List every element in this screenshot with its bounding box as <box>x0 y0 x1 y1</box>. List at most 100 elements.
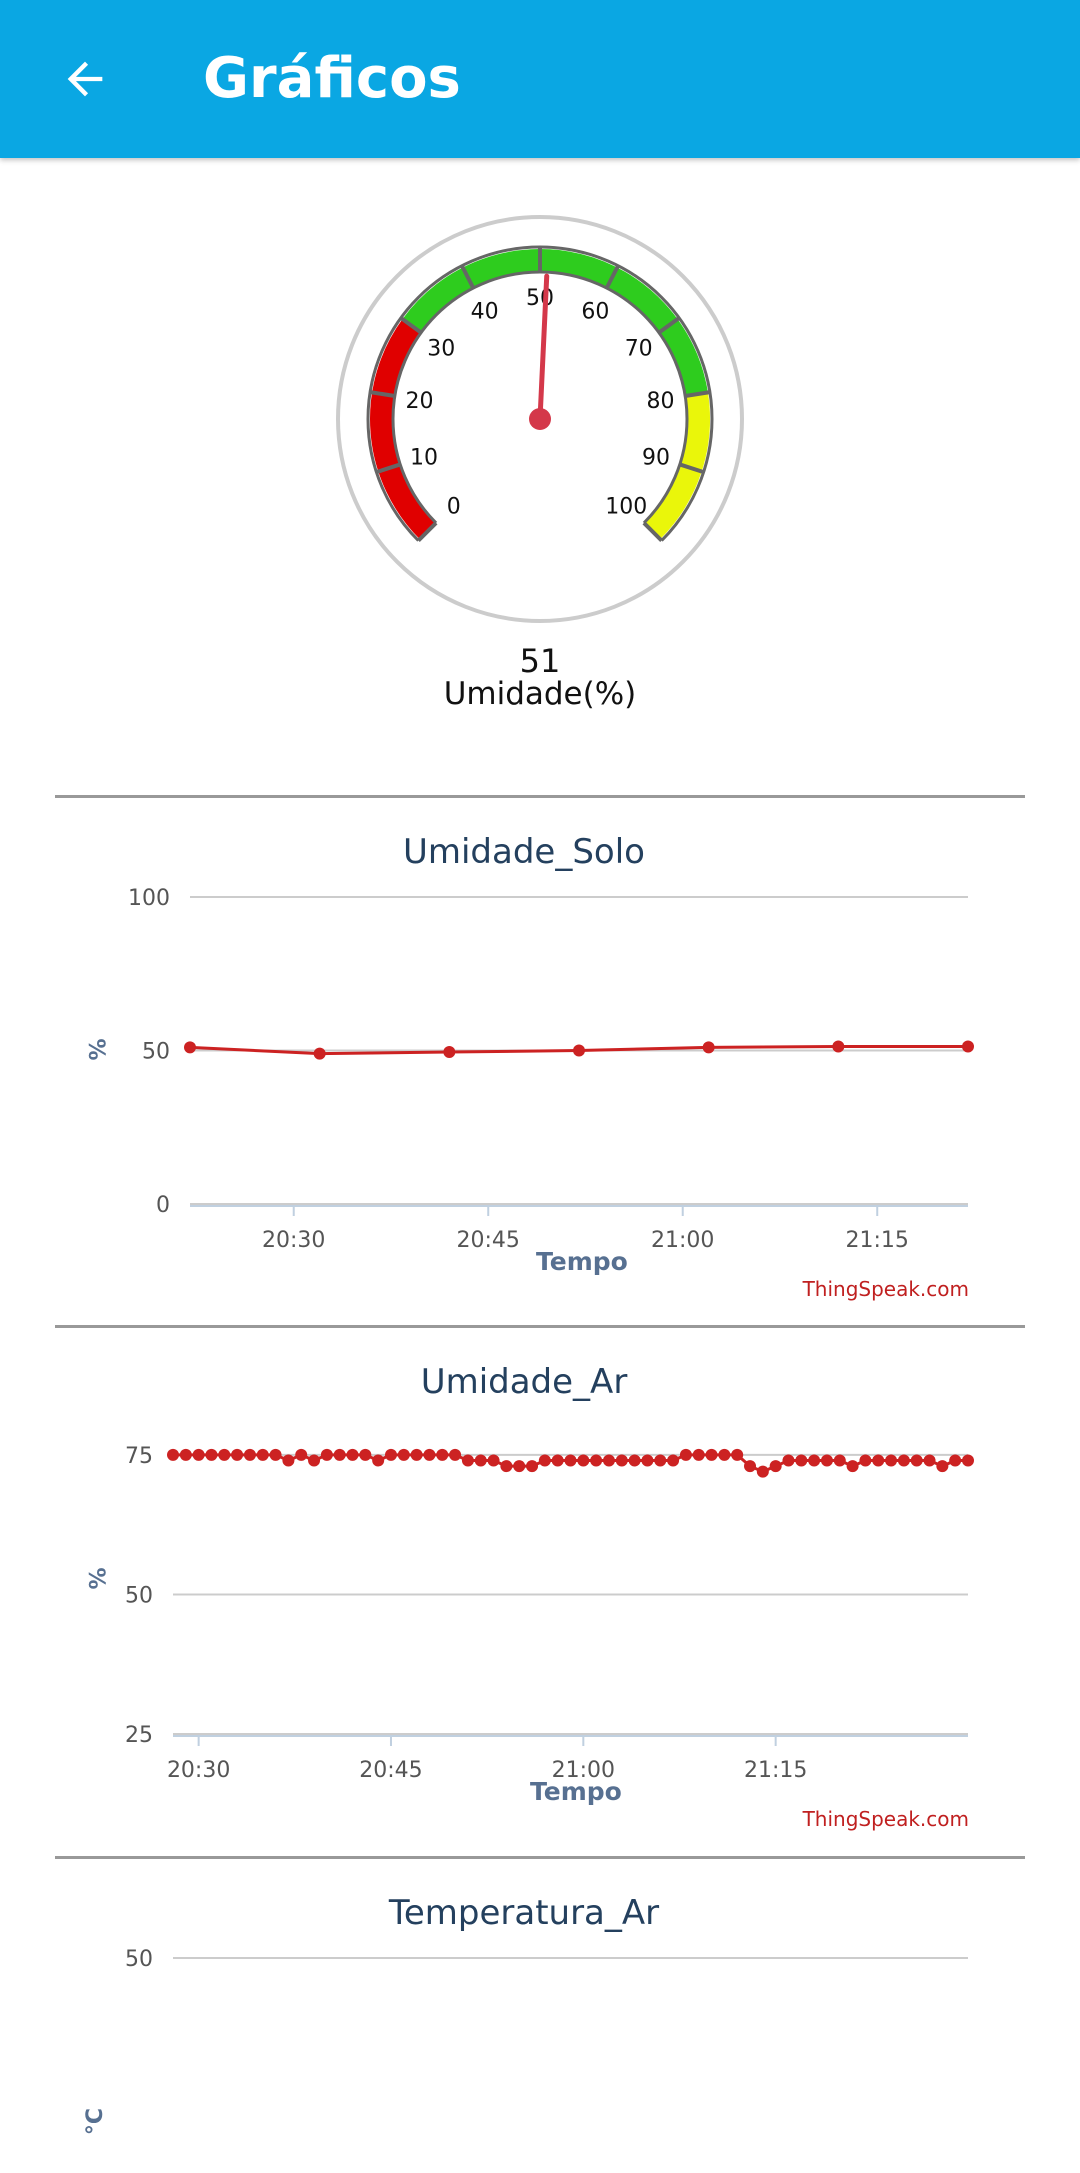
data-point[interactable] <box>731 1448 744 1461</box>
data-point[interactable] <box>859 1454 872 1467</box>
data-point[interactable] <box>923 1454 936 1467</box>
gauge-tick-label: 80 <box>646 389 674 414</box>
chart-umidade-solo: Umidade_Solo 0 50 100 20:30 20:45 21:00 21:15 … <box>0 800 1080 1325</box>
data-point[interactable] <box>832 1040 845 1053</box>
gauge-tick-label: 100 <box>605 494 647 519</box>
data-point[interactable] <box>443 1046 456 1059</box>
thingspeak-credit-link[interactable]: ThingSpeak.com <box>803 1807 969 1831</box>
chart-plot: 0 50 100 20:30 20:45 21:00 21:15 <box>128 886 974 1253</box>
gauge-tick-label: 40 <box>471 299 499 324</box>
data-point[interactable] <box>897 1454 910 1467</box>
gauge-needle-hub <box>529 408 551 430</box>
data-point[interactable] <box>573 1044 585 1057</box>
data-point[interactable] <box>744 1460 757 1473</box>
data-point[interactable] <box>461 1454 474 1467</box>
data-point[interactable] <box>718 1448 731 1461</box>
data-point[interactable] <box>962 1454 974 1467</box>
data-point[interactable] <box>936 1460 949 1473</box>
thingspeak-credit-link[interactable]: ThingSpeak.com <box>803 1277 969 1301</box>
data-point[interactable] <box>833 1454 846 1467</box>
data-point[interactable] <box>359 1448 372 1461</box>
data-point[interactable] <box>577 1454 590 1467</box>
data-point[interactable] <box>487 1454 500 1467</box>
data-point[interactable] <box>885 1454 898 1467</box>
data-point[interactable] <box>949 1454 962 1467</box>
data-point[interactable] <box>243 1448 256 1461</box>
data-point[interactable] <box>397 1448 410 1461</box>
y-tick-label: 25 <box>125 1723 153 1748</box>
data-point[interactable] <box>702 1041 715 1054</box>
data-point[interactable] <box>231 1448 244 1461</box>
data-point[interactable] <box>820 1454 833 1467</box>
gauge-tick-label: 20 <box>406 389 434 414</box>
data-point[interactable] <box>538 1454 551 1467</box>
data-point[interactable] <box>320 1448 333 1461</box>
gauge-tick-label: 30 <box>427 336 455 361</box>
data-point[interactable] <box>692 1448 705 1461</box>
data-point[interactable] <box>295 1448 308 1461</box>
data-point[interactable] <box>500 1460 513 1473</box>
data-point[interactable] <box>654 1454 667 1467</box>
data-point[interactable] <box>269 1448 282 1461</box>
gauge-tick-label: 10 <box>410 446 438 471</box>
data-point[interactable] <box>641 1454 654 1467</box>
data-point[interactable] <box>384 1448 397 1461</box>
data-point[interactable] <box>705 1448 718 1461</box>
data-point[interactable] <box>846 1460 859 1473</box>
data-point[interactable] <box>346 1448 359 1461</box>
data-point[interactable] <box>769 1460 782 1473</box>
data-point[interactable] <box>256 1448 269 1461</box>
data-point[interactable] <box>590 1454 603 1467</box>
data-point[interactable] <box>628 1454 641 1467</box>
data-point[interactable] <box>615 1454 628 1467</box>
data-point[interactable] <box>782 1454 795 1467</box>
data-point[interactable] <box>218 1448 231 1461</box>
data-point[interactable] <box>551 1454 564 1467</box>
data-point[interactable] <box>313 1047 326 1060</box>
x-tick-label: 21:15 <box>846 1228 909 1253</box>
data-point[interactable] <box>333 1448 346 1461</box>
data-point[interactable] <box>474 1454 487 1467</box>
gauge-tick-label: 0 <box>447 494 461 519</box>
data-point[interactable] <box>756 1465 769 1478</box>
data-point[interactable] <box>449 1448 462 1461</box>
x-axis-label: Tempo <box>530 1777 622 1806</box>
data-point[interactable] <box>872 1454 885 1467</box>
data-point[interactable] <box>910 1454 923 1467</box>
y-tick-label: 100 <box>128 886 170 911</box>
y-tick-label: 0 <box>156 1193 170 1218</box>
humidity-gauge: 0 10 20 30 40 50 60 70 80 90 100 51 Umidade(%) <box>0 158 1080 778</box>
data-point[interactable] <box>808 1454 821 1467</box>
gauge-dial: 0 10 20 30 40 50 60 70 80 90 100 <box>336 215 744 623</box>
data-point[interactable] <box>436 1448 449 1461</box>
data-point[interactable] <box>410 1448 423 1461</box>
back-button[interactable] <box>40 34 130 124</box>
data-point[interactable] <box>602 1454 615 1467</box>
data-point[interactable] <box>184 1041 196 1054</box>
data-point[interactable] <box>526 1460 539 1473</box>
data-point[interactable] <box>667 1454 680 1467</box>
data-point[interactable] <box>962 1040 974 1053</box>
data-point[interactable] <box>513 1460 526 1473</box>
chart-plot: 25507520:30 20:45 21:00 21:15 <box>125 1444 974 1783</box>
data-point[interactable] <box>423 1448 436 1461</box>
y-axis-label: % <box>86 1038 112 1061</box>
y-tick-label: 50 <box>142 1040 170 1065</box>
data-point[interactable] <box>167 1448 179 1461</box>
y-tick-label: 50 <box>125 1947 153 1972</box>
data-point[interactable] <box>795 1454 808 1467</box>
divider <box>55 795 1025 798</box>
gauge-value: 51 <box>519 642 561 680</box>
data-point[interactable] <box>308 1454 321 1467</box>
data-point[interactable] <box>564 1454 577 1467</box>
divider <box>55 1325 1025 1328</box>
chart-temperatura-ar: Temperatura_Ar 2550 °C <box>0 1861 1080 2173</box>
y-axis-label: °C <box>83 2107 109 2136</box>
data-point[interactable] <box>372 1454 385 1467</box>
data-point[interactable] <box>205 1448 218 1461</box>
data-point[interactable] <box>679 1448 692 1461</box>
data-point[interactable] <box>192 1448 205 1461</box>
data-point[interactable] <box>179 1448 192 1461</box>
data-point[interactable] <box>282 1454 295 1467</box>
app-bar: Gráficos <box>0 0 1080 158</box>
